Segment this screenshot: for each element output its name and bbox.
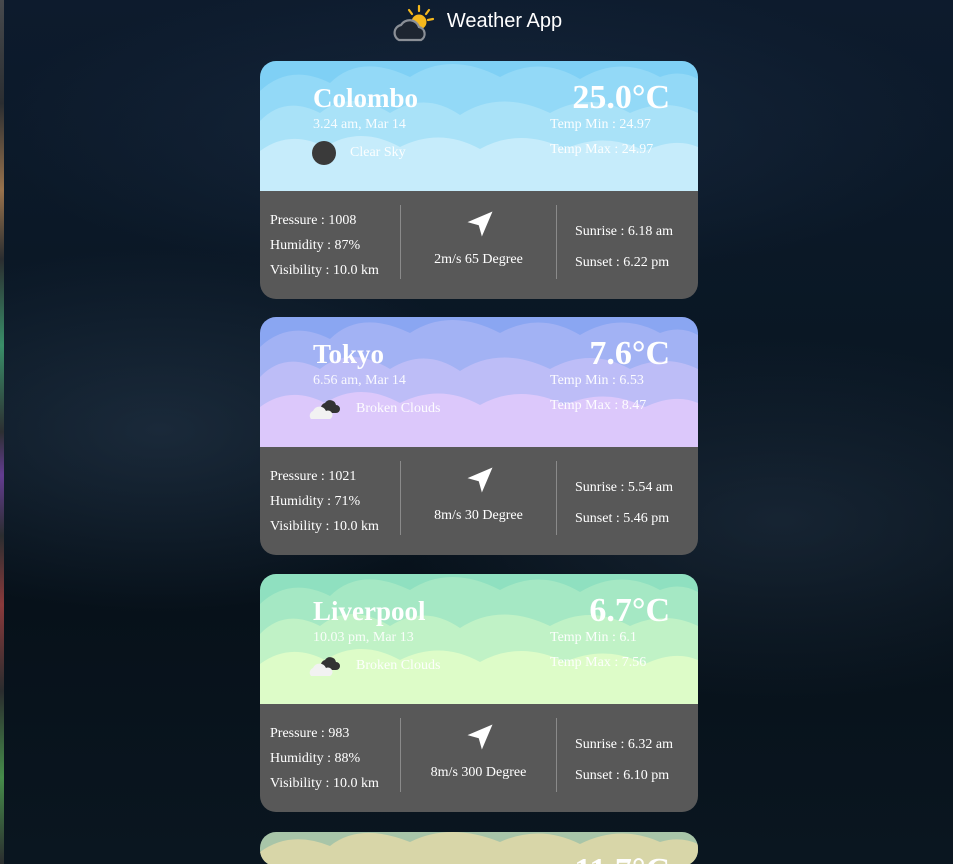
sunrise: Sunrise : 5.54 am — [575, 480, 673, 495]
window-edge — [0, 0, 4, 864]
moon-icon — [312, 141, 336, 165]
wind-info: 8m/s 30 Degree — [434, 508, 523, 523]
city-name: Colombo — [313, 83, 419, 113]
app-header: Weather App — [0, 4, 953, 44]
weather-card-partial[interactable]: 11.7°C — [260, 832, 698, 864]
visibility: Visibility : 10.0 km — [270, 776, 379, 791]
weather-card-liverpool[interactable]: Liverpool 10.03 pm, Mar 13 Broken Clouds… — [260, 574, 698, 812]
temperature: 11.7°C — [574, 852, 670, 864]
humidity: Humidity : 87% — [270, 238, 361, 253]
wind-info: 8m/s 300 Degree — [430, 765, 527, 780]
broken-clouds-icon — [309, 657, 340, 676]
city-name: Liverpool — [313, 596, 426, 626]
navigation-arrow-icon — [467, 211, 493, 237]
navigation-arrow-icon — [467, 467, 493, 493]
temperature: 7.6°C — [589, 335, 670, 372]
city-name: Tokyo — [313, 339, 385, 369]
card-header: 11.7°C — [260, 832, 698, 864]
temp-min: Temp Min : 6.53 — [550, 373, 644, 388]
weather-description: Clear Sky — [350, 145, 406, 160]
visibility: Visibility : 10.0 km — [270, 519, 379, 534]
pressure: Pressure : 1021 — [270, 469, 357, 484]
app-title: Weather App — [446, 9, 563, 32]
temp-max: Temp Max : 24.97 — [550, 142, 654, 157]
wind-info: 2m/s 65 Degree — [434, 252, 523, 267]
pressure: Pressure : 1008 — [270, 213, 357, 228]
card-details: Pressure : 1008 Humidity : 87% Visibilit… — [260, 191, 698, 299]
local-datetime: 3.24 am, Mar 14 — [313, 117, 406, 132]
card-header: Liverpool 10.03 pm, Mar 13 Broken Clouds… — [260, 574, 698, 704]
card-header: Tokyo 6.56 am, Mar 14 Broken Clouds 7.6°… — [260, 317, 698, 447]
temp-max: Temp Max : 8.47 — [550, 398, 647, 413]
sunset: Sunset : 6.22 pm — [575, 255, 670, 270]
sun-cloud-icon — [393, 4, 434, 42]
local-datetime: 6.56 am, Mar 14 — [313, 373, 406, 388]
temp-max: Temp Max : 7.56 — [550, 655, 647, 670]
divider — [556, 718, 557, 792]
humidity: Humidity : 88% — [270, 751, 361, 766]
temperature: 6.7°C — [589, 592, 670, 629]
sunrise: Sunrise : 6.32 am — [575, 737, 673, 752]
navigation-arrow-icon — [467, 724, 493, 750]
temp-min: Temp Min : 24.97 — [550, 117, 651, 132]
card-details: Pressure : 1021 Humidity : 71% Visibilit… — [260, 447, 698, 555]
pressure: Pressure : 983 — [270, 726, 350, 741]
broken-clouds-icon — [309, 400, 340, 419]
weather-description: Broken Clouds — [356, 658, 441, 673]
sunrise: Sunrise : 6.18 am — [575, 224, 673, 239]
city-cards-list: Colombo 3.24 am, Mar 14 Clear Sky 25.0°C… — [260, 61, 698, 864]
card-header: Colombo 3.24 am, Mar 14 Clear Sky 25.0°C… — [260, 61, 698, 191]
card-details: Pressure : 983 Humidity : 88% Visibility… — [260, 704, 698, 812]
weather-card-tokyo[interactable]: Tokyo 6.56 am, Mar 14 Broken Clouds 7.6°… — [260, 317, 698, 555]
weather-description: Broken Clouds — [356, 401, 441, 416]
humidity: Humidity : 71% — [270, 494, 361, 509]
weather-card-colombo[interactable]: Colombo 3.24 am, Mar 14 Clear Sky 25.0°C… — [260, 61, 698, 299]
divider — [556, 461, 557, 535]
visibility: Visibility : 10.0 km — [270, 263, 379, 278]
temp-min: Temp Min : 6.1 — [550, 630, 637, 645]
local-datetime: 10.03 pm, Mar 13 — [313, 630, 414, 645]
divider — [556, 205, 557, 279]
temperature: 25.0°C — [572, 79, 670, 116]
sunset: Sunset : 5.46 pm — [575, 511, 670, 526]
sunset: Sunset : 6.10 pm — [575, 768, 670, 783]
